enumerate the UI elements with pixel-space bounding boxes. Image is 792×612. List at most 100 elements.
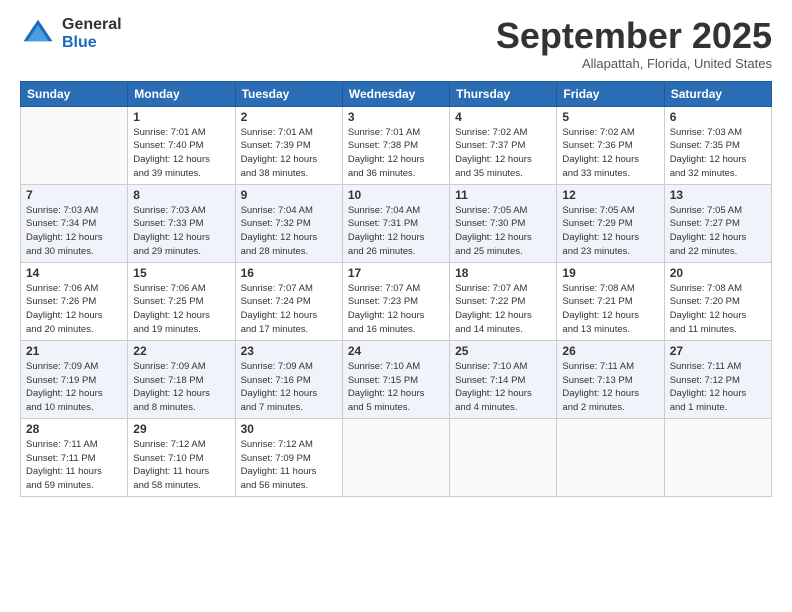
day-info: Sunrise: 7:07 AM Sunset: 7:22 PM Dayligh…	[455, 282, 551, 337]
day-info: Sunrise: 7:01 AM Sunset: 7:38 PM Dayligh…	[348, 126, 444, 181]
logo-text: General Blue	[62, 16, 122, 51]
col-wednesday: Wednesday	[342, 81, 449, 106]
day-info: Sunrise: 7:02 AM Sunset: 7:37 PM Dayligh…	[455, 126, 551, 181]
day-info: Sunrise: 7:10 AM Sunset: 7:14 PM Dayligh…	[455, 360, 551, 415]
day-number: 18	[455, 266, 551, 280]
day-info: Sunrise: 7:10 AM Sunset: 7:15 PM Dayligh…	[348, 360, 444, 415]
day-number: 26	[562, 344, 658, 358]
calendar-week-row: 28 Sunrise: 7:11 AM Sunset: 7:11 PM Dayli…	[21, 418, 772, 496]
table-cell	[557, 418, 664, 496]
day-info: Sunrise: 7:08 AM Sunset: 7:21 PM Dayligh…	[562, 282, 658, 337]
day-info: Sunrise: 7:12 AM Sunset: 7:09 PM Dayligh…	[241, 438, 337, 493]
col-saturday: Saturday	[664, 81, 771, 106]
day-number: 15	[133, 266, 229, 280]
day-info: Sunrise: 7:05 AM Sunset: 7:29 PM Dayligh…	[562, 204, 658, 259]
table-cell	[450, 418, 557, 496]
day-info: Sunrise: 7:09 AM Sunset: 7:19 PM Dayligh…	[26, 360, 122, 415]
day-info: Sunrise: 7:11 AM Sunset: 7:12 PM Dayligh…	[670, 360, 766, 415]
day-number: 2	[241, 110, 337, 124]
day-info: Sunrise: 7:08 AM Sunset: 7:20 PM Dayligh…	[670, 282, 766, 337]
table-cell	[664, 418, 771, 496]
day-number: 10	[348, 188, 444, 202]
day-number: 11	[455, 188, 551, 202]
day-number: 19	[562, 266, 658, 280]
day-number: 22	[133, 344, 229, 358]
month-title: September 2025	[496, 16, 772, 56]
day-number: 28	[26, 422, 122, 436]
logo-blue: Blue	[62, 34, 122, 52]
day-number: 1	[133, 110, 229, 124]
table-cell: 10Sunrise: 7:04 AM Sunset: 7:31 PM Dayli…	[342, 184, 449, 262]
day-info: Sunrise: 7:03 AM Sunset: 7:34 PM Dayligh…	[26, 204, 122, 259]
day-info: Sunrise: 7:01 AM Sunset: 7:39 PM Dayligh…	[241, 126, 337, 181]
table-cell: 13Sunrise: 7:05 AM Sunset: 7:27 PM Dayli…	[664, 184, 771, 262]
title-block: September 2025 Allapattah, Florida, Unit…	[496, 16, 772, 71]
subtitle: Allapattah, Florida, United States	[496, 56, 772, 71]
table-cell	[21, 106, 128, 184]
col-thursday: Thursday	[450, 81, 557, 106]
day-number: 17	[348, 266, 444, 280]
day-number: 20	[670, 266, 766, 280]
table-cell: 11 Sunrise: 7:05 AM Sunset: 7:30 PM Dayli…	[450, 184, 557, 262]
day-info: Sunrise: 7:09 AM Sunset: 7:16 PM Dayligh…	[241, 360, 337, 415]
day-number: 21	[26, 344, 122, 358]
day-info: Sunrise: 7:12 AM Sunset: 7:10 PM Dayligh…	[133, 438, 229, 493]
table-cell: 6 Sunrise: 7:03 AM Sunset: 7:35 PM Daylig…	[664, 106, 771, 184]
table-cell: 24Sunrise: 7:10 AM Sunset: 7:15 PM Dayli…	[342, 340, 449, 418]
table-cell: 26Sunrise: 7:11 AM Sunset: 7:13 PM Dayli…	[557, 340, 664, 418]
day-number: 12	[562, 188, 658, 202]
logo-general: General	[62, 16, 122, 34]
table-cell: 14 Sunrise: 7:06 AM Sunset: 7:26 PM Dayli…	[21, 262, 128, 340]
day-number: 3	[348, 110, 444, 124]
table-cell: 28 Sunrise: 7:11 AM Sunset: 7:11 PM Dayli…	[21, 418, 128, 496]
day-number: 14	[26, 266, 122, 280]
day-number: 6	[670, 110, 766, 124]
day-info: Sunrise: 7:06 AM Sunset: 7:25 PM Dayligh…	[133, 282, 229, 337]
table-cell: 12 Sunrise: 7:05 AM Sunset: 7:29 PM Dayli…	[557, 184, 664, 262]
col-sunday: Sunday	[21, 81, 128, 106]
day-info: Sunrise: 7:07 AM Sunset: 7:24 PM Dayligh…	[241, 282, 337, 337]
day-number: 4	[455, 110, 551, 124]
table-cell: 19 Sunrise: 7:08 AM Sunset: 7:21 PM Dayli…	[557, 262, 664, 340]
table-cell: 18 Sunrise: 7:07 AM Sunset: 7:22 PM Dayli…	[450, 262, 557, 340]
day-info: Sunrise: 7:04 AM Sunset: 7:32 PM Dayligh…	[241, 204, 337, 259]
day-number: 5	[562, 110, 658, 124]
calendar-header-row: Sunday Monday Tuesday Wednesday Thursday…	[21, 81, 772, 106]
calendar-week-row: 14 Sunrise: 7:06 AM Sunset: 7:26 PM Dayli…	[21, 262, 772, 340]
table-cell: 16Sunrise: 7:07 AM Sunset: 7:24 PM Dayli…	[235, 262, 342, 340]
page: General Blue September 2025 Allapattah, …	[0, 0, 792, 612]
day-info: Sunrise: 7:06 AM Sunset: 7:26 PM Dayligh…	[26, 282, 122, 337]
col-monday: Monday	[128, 81, 235, 106]
table-cell: 5Sunrise: 7:02 AM Sunset: 7:36 PM Daylig…	[557, 106, 664, 184]
day-number: 27	[670, 344, 766, 358]
day-number: 9	[241, 188, 337, 202]
calendar-week-row: 1 Sunrise: 7:01 AM Sunset: 7:40 PM Daylig…	[21, 106, 772, 184]
table-cell: 30 Sunrise: 7:12 AM Sunset: 7:09 PM Dayli…	[235, 418, 342, 496]
table-cell	[342, 418, 449, 496]
table-cell: 8 Sunrise: 7:03 AM Sunset: 7:33 PM Daylig…	[128, 184, 235, 262]
day-number: 25	[455, 344, 551, 358]
table-cell: 21 Sunrise: 7:09 AM Sunset: 7:19 PM Dayli…	[21, 340, 128, 418]
table-cell: 7Sunrise: 7:03 AM Sunset: 7:34 PM Daylig…	[21, 184, 128, 262]
header: General Blue September 2025 Allapattah, …	[20, 16, 772, 71]
table-cell: 29 Sunrise: 7:12 AM Sunset: 7:10 PM Dayli…	[128, 418, 235, 496]
calendar-week-row: 21 Sunrise: 7:09 AM Sunset: 7:19 PM Dayli…	[21, 340, 772, 418]
table-cell: 15 Sunrise: 7:06 AM Sunset: 7:25 PM Dayli…	[128, 262, 235, 340]
day-number: 8	[133, 188, 229, 202]
day-number: 29	[133, 422, 229, 436]
calendar-week-row: 7Sunrise: 7:03 AM Sunset: 7:34 PM Daylig…	[21, 184, 772, 262]
logo-icon	[20, 16, 56, 52]
day-info: Sunrise: 7:01 AM Sunset: 7:40 PM Dayligh…	[133, 126, 229, 181]
day-info: Sunrise: 7:11 AM Sunset: 7:11 PM Dayligh…	[26, 438, 122, 493]
col-tuesday: Tuesday	[235, 81, 342, 106]
day-info: Sunrise: 7:05 AM Sunset: 7:30 PM Dayligh…	[455, 204, 551, 259]
logo: General Blue	[20, 16, 122, 52]
table-cell: 23Sunrise: 7:09 AM Sunset: 7:16 PM Dayli…	[235, 340, 342, 418]
table-cell: 2 Sunrise: 7:01 AM Sunset: 7:39 PM Daylig…	[235, 106, 342, 184]
day-number: 30	[241, 422, 337, 436]
table-cell: 22Sunrise: 7:09 AM Sunset: 7:18 PM Dayli…	[128, 340, 235, 418]
day-info: Sunrise: 7:03 AM Sunset: 7:33 PM Dayligh…	[133, 204, 229, 259]
day-info: Sunrise: 7:03 AM Sunset: 7:35 PM Dayligh…	[670, 126, 766, 181]
day-number: 13	[670, 188, 766, 202]
table-cell: 9 Sunrise: 7:04 AM Sunset: 7:32 PM Daylig…	[235, 184, 342, 262]
